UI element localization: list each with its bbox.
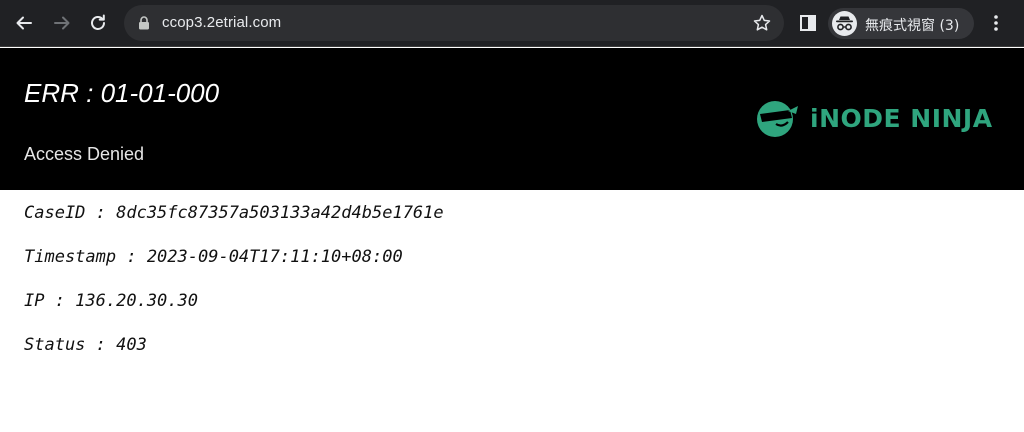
url-text[interactable]: ccop3.2etrial.com	[162, 14, 281, 31]
case-id: CaseID : 8dc35fc87357a503133a42d4b5e1761…	[24, 203, 444, 223]
star-icon[interactable]	[752, 13, 772, 33]
reload-icon	[91, 14, 105, 30]
side-panel-icon[interactable]	[798, 13, 818, 33]
timestamp: Timestamp : 2023-09-04T17:11:10+08:00	[24, 247, 403, 267]
kebab-menu-icon[interactable]	[986, 13, 1006, 33]
lock-icon[interactable]	[136, 15, 152, 31]
brand-logo: iNODE NINJA	[754, 98, 994, 140]
reload-button[interactable]	[86, 11, 110, 35]
error-details: CaseID : 8dc35fc87357a503133a42d4b5e1761…	[24, 202, 444, 378]
incognito-avatar	[832, 11, 857, 36]
incognito-indicator[interactable]: 無痕式視窗 (3)	[828, 8, 974, 39]
forward-button[interactable]	[50, 11, 74, 35]
error-header: ERR : 01-01-000 Access Denied iNODE NINJ…	[0, 48, 1024, 190]
error-message: Access Denied	[24, 144, 145, 164]
ip-address: IP : 136.20.30.30	[24, 291, 198, 311]
error-code: ERR : 01-01-000	[24, 78, 220, 108]
browser-toolbar: ccop3.2etrial.com 無痕式視窗 (3)	[0, 0, 1024, 47]
arrow-right-icon	[54, 16, 70, 30]
back-button[interactable]	[12, 11, 36, 35]
incognito-label: 無痕式視窗 (3)	[865, 18, 960, 34]
incognito-icon	[836, 16, 853, 31]
address-bar[interactable]: ccop3.2etrial.com	[124, 5, 784, 41]
ninja-logo-icon	[757, 101, 798, 137]
arrow-left-icon	[16, 16, 32, 30]
status-code: Status : 403	[24, 335, 147, 355]
logo-text: iNODE NINJA	[810, 104, 993, 133]
